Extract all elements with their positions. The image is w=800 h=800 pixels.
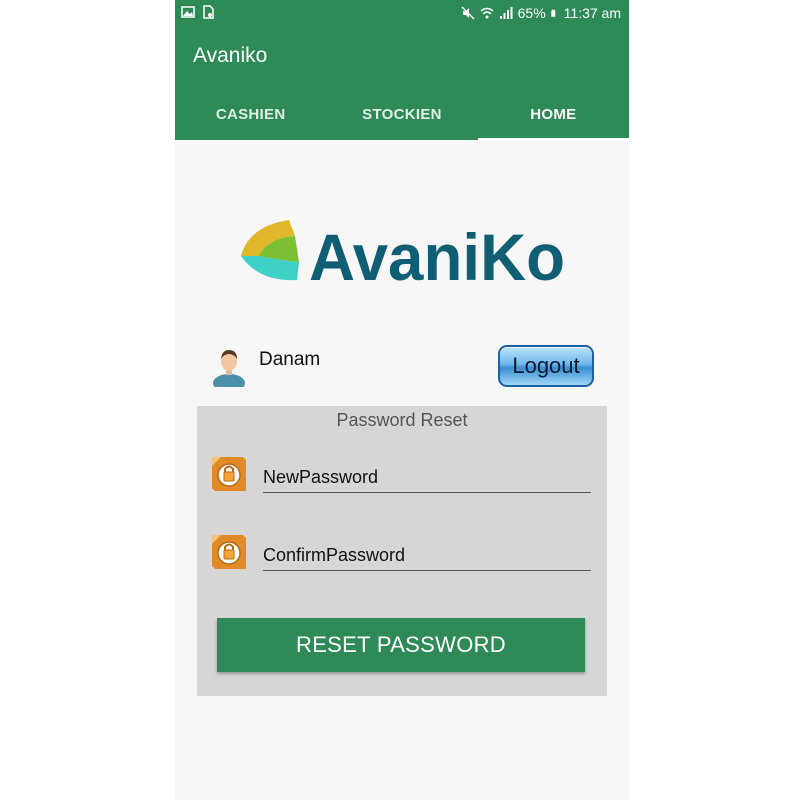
signal-icon <box>499 7 513 19</box>
reset-password-button[interactable]: RESET PASSWORD <box>217 618 585 672</box>
tab-home[interactable]: HOME <box>477 92 629 141</box>
wifi-icon <box>480 7 494 19</box>
avaniko-logo-icon <box>241 220 299 281</box>
password-reset-panel: Password Reset RESET PASSWORD <box>197 406 607 696</box>
logo-text: AvaniKo <box>309 220 565 288</box>
battery-percent: 65% <box>517 5 546 21</box>
app-bar: 65% 11:37 am Avaniko CASHIEN STOCKIEN HO… <box>175 0 629 141</box>
tab-bar: CASHIEN STOCKIEN HOME <box>175 92 629 141</box>
phone-screen: 65% 11:37 am Avaniko CASHIEN STOCKIEN HO… <box>175 0 629 800</box>
image-icon <box>181 6 195 18</box>
confirm-password-input[interactable] <box>263 540 591 571</box>
new-password-input[interactable] <box>263 462 591 493</box>
avaniko-logo: AvaniKo <box>241 220 565 288</box>
app-title: Avaniko <box>193 44 268 67</box>
mute-icon <box>461 6 475 20</box>
status-bar-right: 65% 11:37 am <box>461 5 621 21</box>
username: Danam <box>259 349 321 370</box>
panel-title: Password Reset <box>336 410 468 430</box>
lock-icon <box>212 535 246 569</box>
sim-icon <box>203 5 214 19</box>
user-row: Danam Logout <box>211 345 601 391</box>
confirm-password-field <box>209 530 595 574</box>
status-time: 11:37 am <box>563 5 621 21</box>
lock-icon <box>212 457 246 491</box>
status-bar: 65% 11:37 am <box>175 0 629 28</box>
user-avatar-icon <box>213 350 245 387</box>
new-password-field <box>209 452 595 496</box>
status-bar-left <box>181 5 215 19</box>
tab-cashien[interactable]: CASHIEN <box>175 92 326 140</box>
tab-stockien[interactable]: STOCKIEN <box>326 92 477 140</box>
battery-icon <box>550 9 555 17</box>
logout-button[interactable]: Logout <box>498 345 594 387</box>
